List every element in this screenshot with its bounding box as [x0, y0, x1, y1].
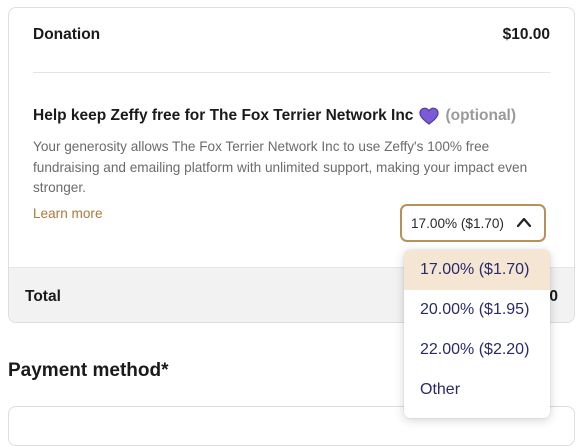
donation-row: Donation $10.00	[33, 26, 550, 44]
tip-title: Help keep Zeffy free for The Fox Terrier…	[33, 107, 516, 125]
payment-method-heading: Payment method*	[8, 360, 169, 381]
tip-title-text: Help keep Zeffy free for The Fox Terrier…	[33, 107, 414, 124]
chevron-up-icon	[516, 217, 532, 228]
divider	[33, 72, 550, 73]
total-label: Total	[25, 288, 61, 305]
tip-dropdown-menu: 17.00% ($1.70) 20.00% ($1.95) 22.00% ($2…	[404, 250, 550, 418]
donation-label: Donation	[33, 26, 101, 43]
total-value: 0	[549, 288, 558, 305]
tip-select[interactable]: 17.00% ($1.70)	[400, 204, 546, 242]
tip-option-17[interactable]: 17.00% ($1.70)	[404, 250, 550, 290]
tip-option-other[interactable]: Other	[404, 370, 550, 410]
donation-amount: $10.00	[502, 26, 550, 43]
tip-option-20[interactable]: 20.00% ($1.95)	[404, 290, 550, 330]
optional-label: (optional)	[445, 107, 517, 124]
tip-description: Your generosity allows The Fox Terrier N…	[33, 139, 528, 195]
tip-option-22[interactable]: 22.00% ($2.20)	[404, 330, 550, 370]
learn-more-link[interactable]: Learn more	[33, 206, 103, 221]
tip-select-value: 17.00% ($1.70)	[411, 215, 504, 231]
heart-icon	[419, 107, 440, 125]
